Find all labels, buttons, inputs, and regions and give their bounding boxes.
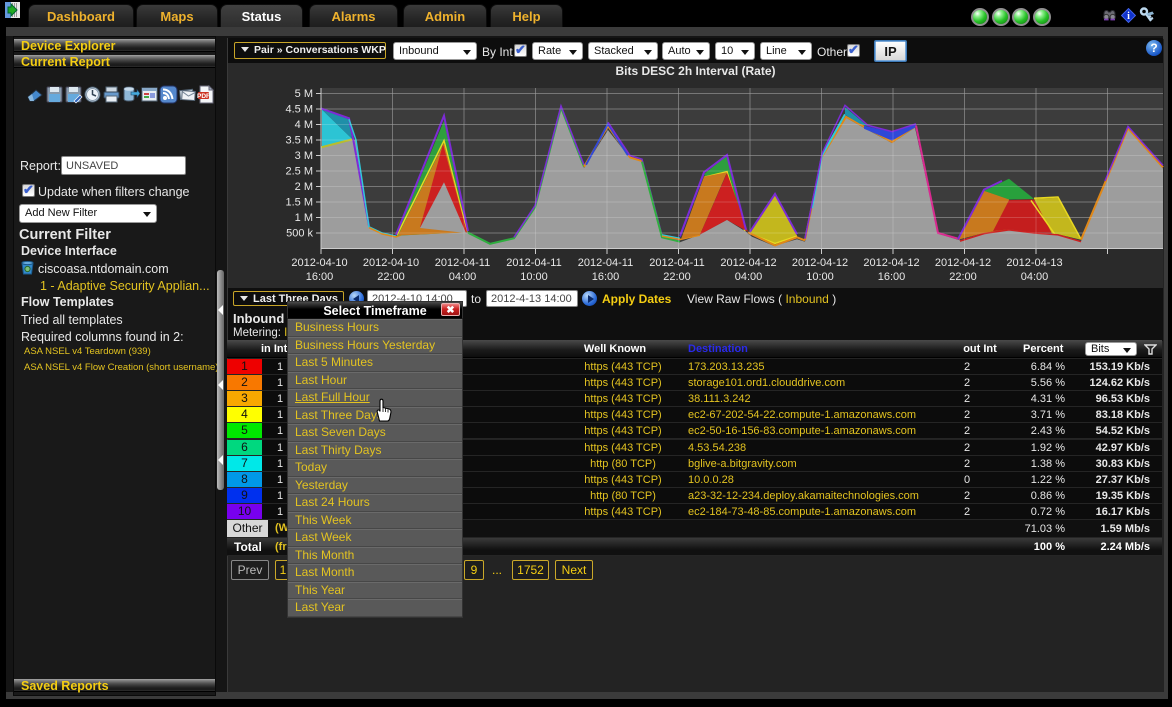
svg-text:2012-04-12: 2012-04-12	[720, 257, 776, 269]
svg-text:10:00: 10:00	[520, 271, 548, 283]
svg-text:2012-04-10: 2012-04-10	[291, 257, 347, 269]
svg-text:10:00: 10:00	[806, 271, 834, 283]
svg-text:4.5 M: 4.5 M	[285, 104, 313, 116]
svg-text:16:00: 16:00	[878, 271, 906, 283]
svg-text:2012-04-11: 2012-04-11	[578, 257, 633, 269]
svg-text:2 M: 2 M	[295, 181, 313, 193]
svg-text:3 M: 3 M	[295, 150, 313, 162]
svg-text:1.5 M: 1.5 M	[285, 197, 313, 209]
svg-text:2012-04-12: 2012-04-12	[935, 257, 991, 269]
svg-text:500 k: 500 k	[286, 228, 313, 240]
svg-text:i: i	[1127, 11, 1130, 22]
svg-text:04:00: 04:00	[1021, 271, 1049, 283]
svg-text:04:00: 04:00	[735, 271, 763, 283]
svg-text:2012-04-13: 2012-04-13	[1006, 257, 1062, 269]
svg-text:22:00: 22:00	[663, 271, 691, 283]
svg-text:22:00: 22:00	[949, 271, 977, 283]
svg-text:2012-04-12: 2012-04-12	[863, 257, 919, 269]
svg-text:04:00: 04:00	[449, 271, 477, 283]
svg-text:5 M: 5 M	[295, 88, 313, 100]
svg-text:2012-04-12: 2012-04-12	[792, 257, 848, 269]
svg-text:22:00: 22:00	[377, 271, 405, 283]
svg-text:1 M: 1 M	[295, 212, 313, 224]
svg-text:PDF: PDF	[197, 93, 210, 100]
svg-text:2012-04-11: 2012-04-11	[649, 257, 704, 269]
svg-text:16:00: 16:00	[306, 271, 334, 283]
svg-text:2012-04-11: 2012-04-11	[435, 257, 490, 269]
svg-text:2.5 M: 2.5 M	[285, 166, 313, 178]
svg-text:16:00: 16:00	[592, 271, 620, 283]
svg-text:4 M: 4 M	[295, 119, 313, 131]
svg-text:2012-04-10: 2012-04-10	[363, 257, 419, 269]
svg-text:3.5 M: 3.5 M	[285, 135, 313, 147]
svg-text:2012-04-11: 2012-04-11	[506, 257, 561, 269]
